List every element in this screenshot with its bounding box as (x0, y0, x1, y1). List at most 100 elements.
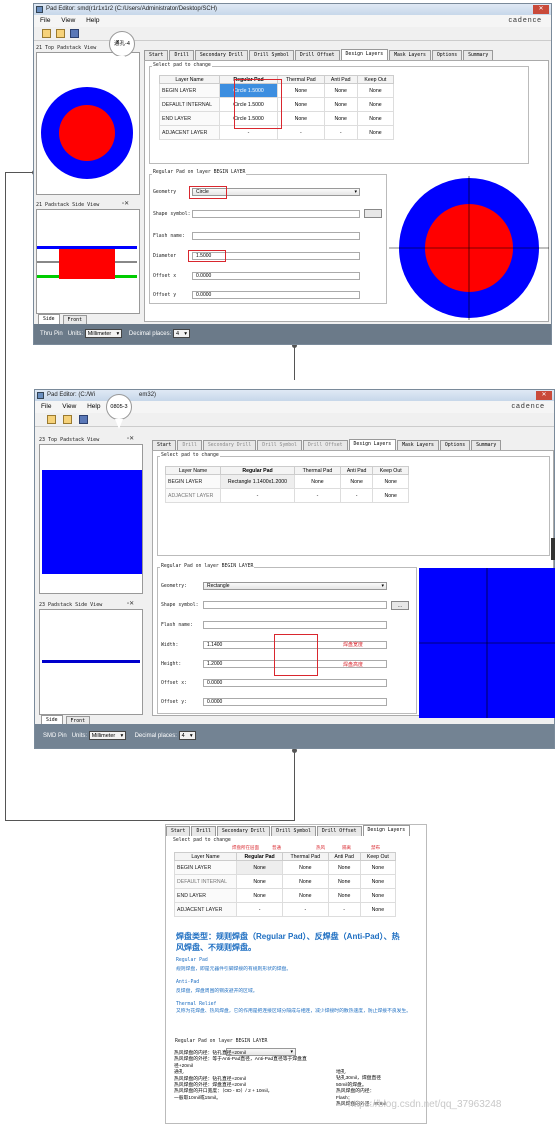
thermal-pad-cell[interactable]: None (277, 83, 325, 98)
keep-out-cell[interactable]: None (356, 111, 395, 126)
menu-help[interactable]: Help (86, 17, 99, 24)
anti-pad-cell[interactable]: None (327, 888, 361, 903)
thermal-pad-cell[interactable]: - (282, 902, 329, 917)
tab-start[interactable]: Start (144, 50, 169, 60)
tab-options[interactable]: Options (439, 440, 471, 450)
tab-design-layers[interactable]: Design Layers (362, 825, 411, 836)
tab-drill-symbol[interactable]: Drill Symbol (271, 826, 316, 836)
table-row[interactable]: BEGIN LAYER None None None None (174, 860, 397, 875)
tab-drill-symbol[interactable]: Drill Symbol (257, 440, 302, 450)
tab-secondary-drill[interactable]: Secondary Drill (216, 826, 271, 836)
regular-pad-cell[interactable]: - (235, 902, 284, 917)
thermal-pad-cell[interactable]: None (282, 860, 329, 875)
tab-drill-symbol[interactable]: Drill Symbol (249, 50, 294, 60)
new-file-icon[interactable] (42, 29, 51, 38)
scroll-handle[interactable] (551, 538, 555, 560)
keep-out-cell[interactable]: None (359, 874, 397, 889)
tab-options[interactable]: Options (431, 50, 463, 60)
tab-drill-offset[interactable]: Drill Offset (302, 440, 348, 450)
tab-secondary-drill[interactable]: Secondary Drill (194, 50, 249, 60)
offset-x-input[interactable]: 0.0000 (192, 272, 360, 280)
anti-pad-cell[interactable]: - (323, 125, 358, 140)
table-row[interactable]: ADJACENT LAYER - - - None (174, 902, 397, 917)
save-icon[interactable] (70, 29, 79, 38)
tab-drill[interactable]: Drill (169, 50, 194, 60)
anti-pad-cell[interactable]: - (339, 488, 374, 503)
browse-shape-button[interactable]: ... (391, 601, 409, 610)
keep-out-cell[interactable]: None (359, 902, 397, 917)
decimal-select[interactable]: 4 ▾ (178, 730, 196, 740)
thermal-pad-cell[interactable]: - (277, 125, 325, 140)
tab-drill-offset[interactable]: Drill Offset (316, 826, 362, 836)
tab-drill-offset[interactable]: Drill Offset (294, 50, 340, 60)
thermal-pad-cell[interactable]: None (277, 97, 325, 112)
chevron-down-icon: ▾ (184, 330, 188, 337)
browse-shape-button[interactable] (364, 209, 382, 218)
tab-drill[interactable]: Drill (177, 440, 202, 450)
thermal-pad-cell[interactable]: None (282, 888, 329, 903)
keep-out-cell[interactable]: None (372, 488, 409, 503)
open-folder-icon[interactable] (63, 415, 72, 424)
keep-out-cell[interactable]: None (359, 860, 397, 875)
close-icon[interactable]: ✕ (536, 391, 552, 400)
thermal-pad-cell[interactable]: None (277, 111, 325, 126)
tab-drill[interactable]: Drill (191, 826, 216, 836)
shape-symbol-input[interactable] (192, 210, 360, 218)
offset-x-input[interactable]: 0.0000 (203, 679, 387, 687)
anti-pad-cell[interactable]: None (339, 474, 374, 489)
flash-name-input[interactable] (192, 232, 360, 240)
keep-out-cell[interactable]: None (356, 97, 395, 112)
thermal-pad-cell[interactable]: - (294, 488, 341, 503)
geometry-select[interactable]: Rectangle ▾ (203, 582, 387, 590)
save-icon[interactable] (79, 415, 88, 424)
dock-float-icon[interactable]: ▫✕ (127, 600, 134, 607)
keep-out-cell[interactable]: None (356, 83, 395, 98)
tab-mask-layers[interactable]: Mask Layers (389, 50, 431, 60)
menu-view[interactable]: View (62, 403, 76, 410)
table-row[interactable]: ADJACENT LAYER - - - None (165, 488, 409, 503)
keep-out-cell[interactable]: None (372, 474, 409, 489)
regular-pad-cell[interactable]: None (235, 888, 284, 903)
menu-file[interactable]: File (40, 17, 50, 24)
anti-pad-cell[interactable]: None (327, 874, 361, 889)
regular-pad-cell[interactable]: - (220, 488, 295, 503)
regular-pad-cell[interactable]: None (235, 874, 284, 889)
keep-out-cell[interactable]: None (359, 888, 397, 903)
tab-mask-layers[interactable]: Mask Layers (397, 440, 439, 450)
decimal-select[interactable]: 4 ▾ (172, 328, 191, 338)
tab-design-layers[interactable]: Design Layers (348, 439, 397, 450)
units-select[interactable]: Millimeter ▾ (84, 328, 123, 338)
table-row[interactable]: BEGIN LAYER Rectangle 1.1400x1.2000 None… (165, 474, 409, 489)
new-file-icon[interactable] (47, 415, 56, 424)
menu-help[interactable]: Help (87, 403, 100, 410)
table-row[interactable]: END LAYER None None None None (174, 888, 397, 903)
tab-summary[interactable]: Summary (471, 440, 502, 450)
open-folder-icon[interactable] (56, 29, 65, 38)
tab-design-layers[interactable]: Design Layers (340, 49, 389, 60)
regular-pad-cell[interactable]: Rectangle 1.1400x1.2000 (220, 474, 295, 489)
thermal-pad-cell[interactable]: None (294, 474, 341, 489)
units-select[interactable]: Millimeter ▾ (88, 730, 127, 740)
anti-pad-cell[interactable]: None (323, 83, 358, 98)
tab-start[interactable]: Start (152, 440, 177, 450)
tab-summary[interactable]: Summary (463, 50, 494, 60)
close-icon[interactable]: ✕ (533, 5, 549, 14)
thermal-pad-cell[interactable]: None (282, 874, 329, 889)
anti-pad-cell[interactable]: None (323, 97, 358, 112)
menu-file[interactable]: File (41, 403, 51, 410)
shape-symbol-input[interactable] (203, 601, 387, 609)
anti-pad-cell[interactable]: None (323, 111, 358, 126)
tab-start[interactable]: Start (166, 826, 191, 836)
table-row[interactable]: DEFAULT INTERNAL None None None None (174, 874, 397, 889)
regular-pad-cell[interactable]: None (235, 860, 284, 875)
tab-secondary-drill[interactable]: Secondary Drill (202, 440, 257, 450)
anti-pad-cell[interactable]: - (327, 902, 361, 917)
menu-view[interactable]: View (61, 17, 75, 24)
dock-float-icon[interactable]: ▫✕ (122, 200, 129, 207)
offset-y-input[interactable]: 0.0000 (192, 291, 360, 299)
anti-pad-cell[interactable]: None (327, 860, 361, 875)
flash-name-input[interactable] (203, 621, 387, 629)
dock-float-icon[interactable]: ▫✕ (127, 435, 134, 442)
keep-out-cell[interactable]: None (356, 125, 395, 140)
offset-y-input[interactable]: 0.0000 (203, 698, 387, 706)
